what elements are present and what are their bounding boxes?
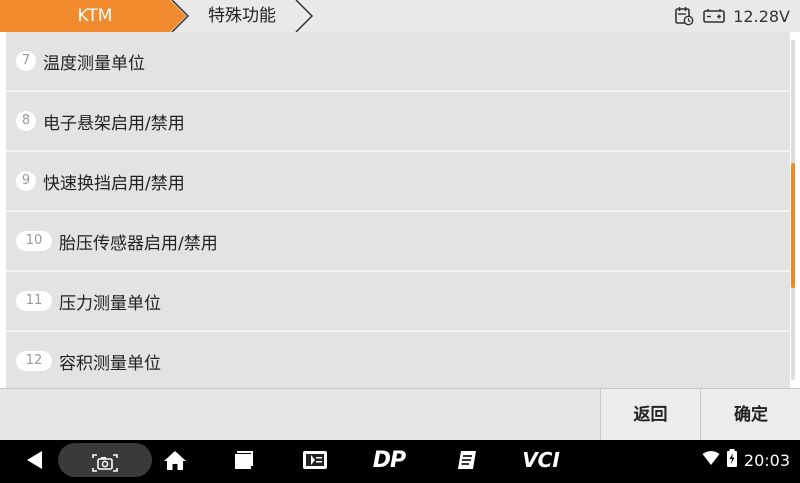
item-index-badge: 9 bbox=[16, 171, 36, 191]
item-label: 压力测量单位 bbox=[59, 293, 161, 314]
screenshot-icon bbox=[90, 443, 120, 483]
back-icon[interactable] bbox=[20, 440, 50, 480]
item-index-badge: 7 bbox=[16, 51, 36, 71]
vci-label: VCI bbox=[522, 448, 560, 472]
notes-icon[interactable] bbox=[452, 440, 482, 480]
screenshot-button[interactable] bbox=[58, 443, 152, 477]
app-window: KTM 特殊功能 12.28V 7 温度测量单位 8 电子悬架启用/禁用 9 快… bbox=[0, 0, 800, 441]
dp-label: DP bbox=[372, 447, 406, 473]
wifi-icon bbox=[702, 450, 720, 470]
item-label: 快速换挡启用/禁用 bbox=[43, 173, 185, 194]
function-list-panel: 7 温度测量单位 8 电子悬架启用/禁用 9 快速换挡启用/禁用 10 胎压传感… bbox=[0, 32, 800, 388]
list-scrollbar-thumb[interactable] bbox=[791, 163, 795, 288]
dp-icon[interactable]: DP bbox=[366, 440, 412, 480]
item-label: 容积测量单位 bbox=[59, 353, 161, 374]
header-status: 12.28V bbox=[673, 0, 790, 32]
list-scrollbar[interactable] bbox=[791, 40, 795, 380]
system-nav-bar: DP VCI 20:03 bbox=[0, 440, 800, 480]
list-item[interactable]: 8 电子悬架启用/禁用 bbox=[6, 92, 790, 152]
list-item[interactable]: 11 压力测量单位 bbox=[6, 272, 790, 332]
app-icon[interactable] bbox=[300, 440, 330, 480]
item-label: 胎压传感器启用/禁用 bbox=[59, 233, 218, 254]
list-item[interactable]: 10 胎压传感器启用/禁用 bbox=[6, 212, 790, 272]
battery-icon bbox=[703, 5, 726, 27]
system-status: 20:03 bbox=[702, 440, 790, 480]
confirm-button[interactable]: 确定 bbox=[700, 389, 800, 441]
item-index-badge: 12 bbox=[16, 351, 52, 371]
item-label: 温度测量单位 bbox=[43, 53, 145, 74]
item-index-badge: 8 bbox=[16, 111, 36, 131]
item-index-badge: 10 bbox=[16, 231, 52, 251]
list-item[interactable]: 12 容积测量单位 bbox=[6, 332, 790, 388]
battery-voltage: 12.28V bbox=[733, 6, 790, 26]
battery-status-icon bbox=[726, 449, 738, 471]
list-item[interactable]: 9 快速换挡启用/禁用 bbox=[6, 152, 790, 212]
calendar-clock-icon[interactable] bbox=[673, 5, 695, 27]
back-button[interactable]: 返回 bbox=[600, 389, 700, 441]
recent-apps-icon[interactable] bbox=[228, 440, 258, 480]
breadcrumb-section-label: 特殊功能 bbox=[208, 6, 276, 26]
vci-icon[interactable]: VCI bbox=[518, 440, 564, 480]
action-bar: 返回 确定 bbox=[0, 388, 800, 441]
function-list: 7 温度测量单位 8 电子悬架启用/禁用 9 快速换挡启用/禁用 10 胎压传感… bbox=[6, 32, 790, 388]
item-label: 电子悬架启用/禁用 bbox=[43, 113, 185, 134]
header-bar: KTM 特殊功能 12.28V bbox=[0, 0, 800, 32]
clock: 20:03 bbox=[743, 450, 790, 470]
breadcrumb-section[interactable]: 特殊功能 bbox=[0, 0, 320, 32]
item-index-badge: 11 bbox=[16, 291, 52, 311]
list-item[interactable]: 7 温度测量单位 bbox=[6, 32, 790, 92]
home-icon[interactable] bbox=[160, 440, 190, 480]
